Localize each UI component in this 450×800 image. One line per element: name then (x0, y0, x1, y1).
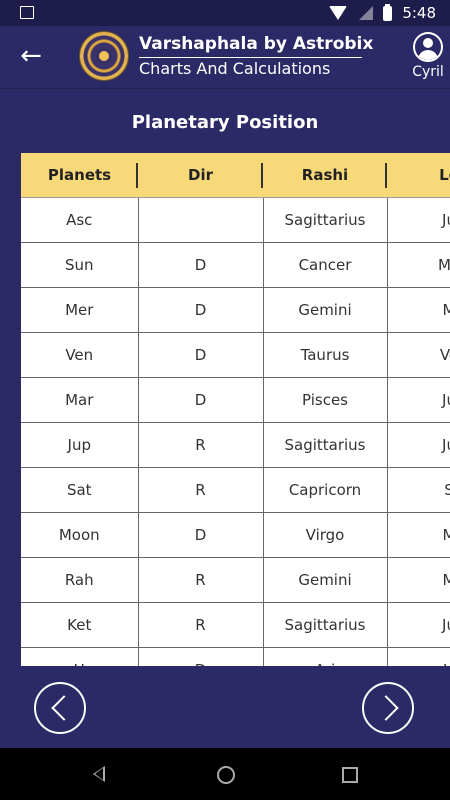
avatar-icon (413, 32, 443, 62)
table-row: UDAriV (21, 647, 450, 666)
system-navigation-bar (0, 748, 450, 800)
table-cell: Virgo (262, 512, 388, 558)
table-cell: D (137, 287, 264, 333)
wifi-icon (329, 6, 348, 20)
status-icons: 5:48 (329, 3, 436, 22)
table-cell: M (386, 557, 450, 603)
table-cell: Mer (21, 287, 139, 333)
table-cell: U (21, 647, 139, 666)
page-title: Planetary Position (131, 112, 319, 133)
table-cell: Ari (262, 647, 388, 666)
table-cell: D (137, 512, 264, 558)
app-subtitle: Charts And Calculations (139, 59, 331, 78)
table-cell: Taurus (262, 332, 388, 378)
system-back-icon[interactable] (93, 766, 105, 782)
table-cell: Ju (386, 197, 450, 243)
title-divider (139, 57, 362, 58)
column-header: Lo (387, 153, 450, 198)
status-bar: 5:48 (0, 0, 450, 26)
table-cell: Ju (386, 602, 450, 648)
table-cell: V (386, 647, 450, 666)
table-cell: Cancer (262, 242, 388, 288)
next-button[interactable] (362, 682, 414, 734)
table-cell: D (137, 377, 264, 423)
table-row: VenDTaurusVe (21, 332, 450, 378)
table-cell: Ket (21, 602, 139, 648)
column-header: Rashi (263, 153, 387, 198)
user-name: Cyril (412, 64, 444, 80)
table-cell: Sagittarius (262, 602, 388, 648)
table-cell: M (386, 512, 450, 558)
previous-button[interactable] (34, 682, 86, 734)
chevron-left-icon (51, 695, 77, 721)
table-cell: R (137, 422, 264, 468)
planetary-position-table[interactable]: Planets Dir Rashi Lo AscSagittariusJuSun… (21, 153, 450, 666)
astrobix-logo (80, 32, 128, 80)
table-row: JupRSagittariusJu (21, 422, 450, 468)
table-cell: Gemini (262, 287, 388, 333)
column-header-label: Dir (188, 166, 213, 184)
column-header-label: Rashi (301, 166, 349, 184)
table-cell: R (137, 467, 264, 513)
table-cell: Ju (386, 377, 450, 423)
table-cell: Sat (21, 467, 139, 513)
table-cell: Rah (21, 557, 139, 603)
column-header: Dir (138, 153, 263, 198)
table-cell: R (137, 602, 264, 648)
table-cell: Asc (21, 197, 139, 243)
table-row: RahRGeminiM (21, 557, 450, 603)
table-row: SunDCancerMo (21, 242, 450, 288)
table-cell: M (386, 287, 450, 333)
user-profile-button[interactable]: Cyril (406, 32, 450, 80)
table-cell: R (137, 557, 264, 603)
pager-bar (0, 666, 450, 748)
chevron-right-icon (373, 695, 399, 721)
table-cell: Gemini (262, 557, 388, 603)
table-row: MarDPiscesJu (21, 377, 450, 423)
table-cell: Ven (21, 332, 139, 378)
table-cell: Capricorn (262, 467, 388, 513)
table-cell: Sun (21, 242, 139, 288)
system-home-icon[interactable] (217, 766, 235, 784)
back-arrow-icon[interactable]: ← (18, 42, 44, 70)
column-header: Planets (21, 153, 138, 198)
signal-icon (357, 6, 374, 20)
status-time: 5:48 (402, 4, 436, 22)
table-row: SatRCapricornS (21, 467, 450, 513)
app-bar: ← Varshaphala by Astrobix Charts And Cal… (0, 26, 450, 89)
table-row: Asc SagittariusJu (21, 197, 450, 243)
battery-icon (383, 3, 393, 21)
table-row: MerDGeminiM (21, 287, 450, 333)
table-cell (137, 197, 264, 243)
table-cell: Sagittarius (262, 422, 388, 468)
system-recents-icon[interactable] (342, 767, 358, 783)
table-cell: Mar (21, 377, 139, 423)
table-cell: S (386, 467, 450, 513)
table-cell: D (137, 647, 264, 666)
table-cell: D (137, 242, 264, 288)
table-cell: Moon (21, 512, 139, 558)
table-cell: Sagittarius (262, 197, 388, 243)
table-cell: Mo (386, 242, 450, 288)
table-row: MoonDVirgoM (21, 512, 450, 558)
gallery-icon (20, 6, 34, 19)
table-header-row: Planets Dir Rashi Lo (21, 153, 450, 198)
column-header-label: Lo (439, 166, 450, 184)
table-cell: Ve (386, 332, 450, 378)
app-title: Varshaphala by Astrobix (139, 34, 374, 54)
table-cell: Jup (21, 422, 139, 468)
table-cell: Ju (386, 422, 450, 468)
table-cell: Pisces (262, 377, 388, 423)
table-row: KetRSagittariusJu (21, 602, 450, 648)
column-header-label: Planets (47, 166, 112, 184)
table-cell: D (137, 332, 264, 378)
